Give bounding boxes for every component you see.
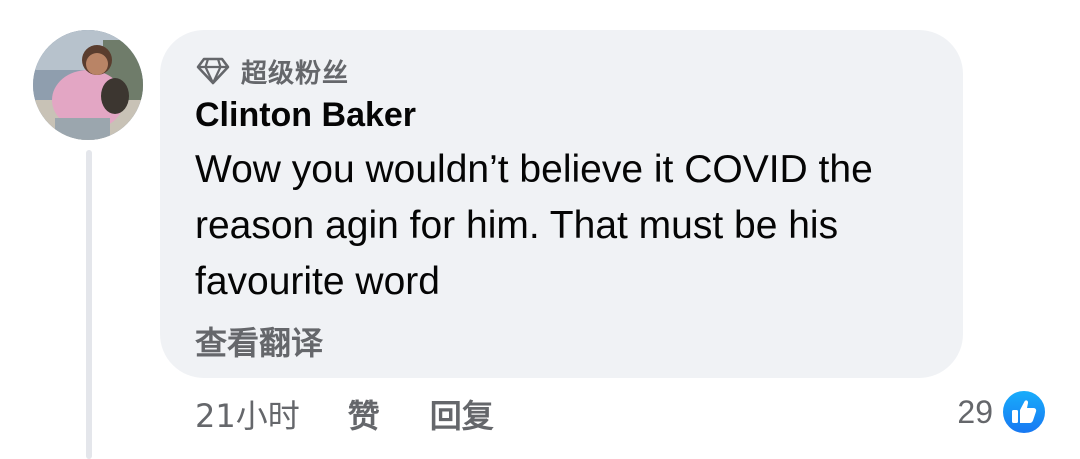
- thread-line: [86, 150, 92, 459]
- badge-label: 超级粉丝: [241, 58, 350, 89]
- reply-button[interactable]: 回复: [430, 391, 494, 437]
- avatar-photo: [33, 30, 143, 140]
- comment-text: Wow you wouldn’t believe it COVID the re…: [195, 148, 873, 303]
- comment-actions: 21小时 赞 回复: [195, 390, 544, 438]
- comment-timestamp[interactable]: 21小时: [195, 391, 300, 437]
- comment-author-name[interactable]: Clinton Baker: [195, 96, 416, 135]
- reaction-count: 29: [957, 393, 993, 430]
- comment-bubble: 超级粉丝 Clinton Baker Wow you wouldn’t beli…: [160, 30, 963, 378]
- like-thumbs-up-icon: [1001, 389, 1047, 435]
- like-button[interactable]: 赞: [348, 391, 380, 437]
- diamond-icon: [195, 56, 231, 86]
- see-translation-link[interactable]: 查看翻译: [195, 318, 323, 364]
- reaction-summary[interactable]: 29: [957, 388, 1047, 436]
- top-fan-badge: 超级粉丝: [195, 54, 350, 89]
- commenter-avatar[interactable]: [33, 30, 143, 140]
